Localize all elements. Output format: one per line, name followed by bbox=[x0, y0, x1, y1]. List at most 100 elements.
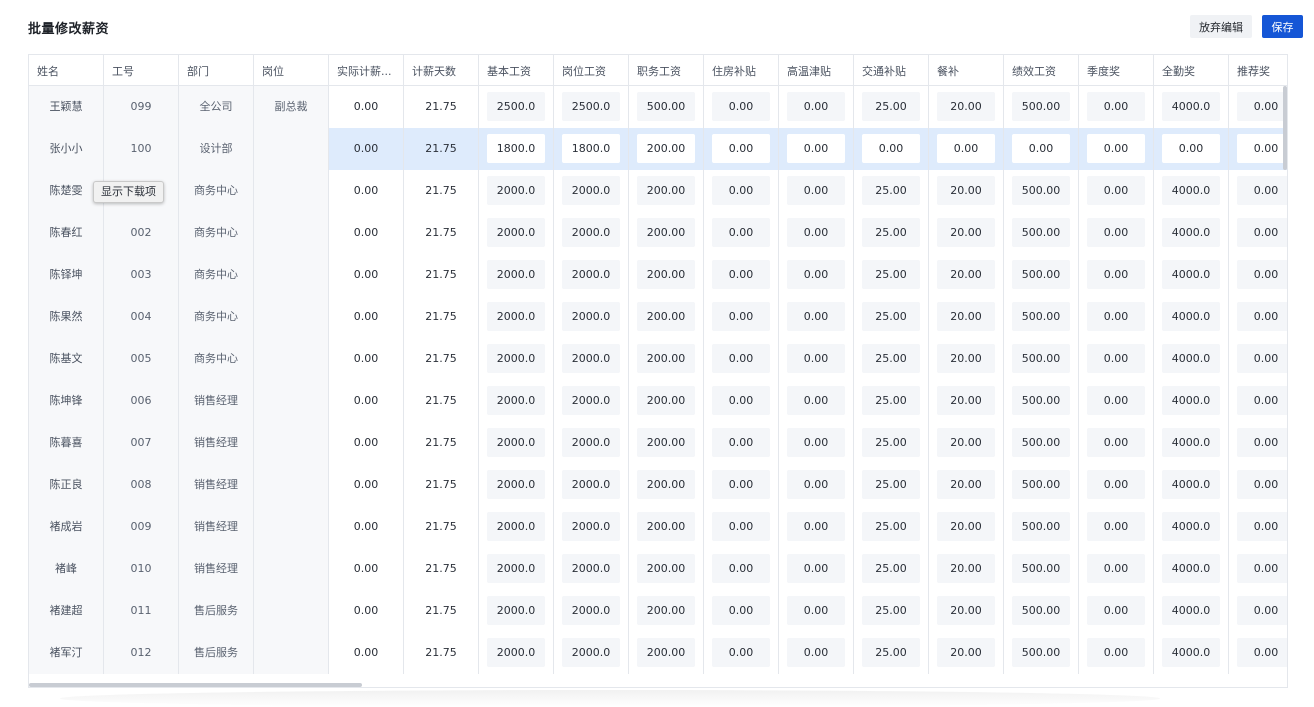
heat-allowance-input[interactable] bbox=[787, 260, 845, 289]
base-wage-input[interactable] bbox=[487, 218, 545, 247]
attendance-bonus-input[interactable] bbox=[1162, 596, 1220, 625]
performance-wage-input[interactable] bbox=[1012, 176, 1070, 205]
table-row[interactable]: 褚成岩 009 销售经理 0.00 21.75 bbox=[29, 506, 1287, 548]
performance-wage-input[interactable] bbox=[1012, 260, 1070, 289]
post-wage-input[interactable] bbox=[562, 218, 620, 247]
heat-allowance-input[interactable] bbox=[787, 344, 845, 373]
heat-allowance-input[interactable] bbox=[787, 386, 845, 415]
transport-allowance-input[interactable] bbox=[862, 638, 920, 667]
heat-allowance-input[interactable] bbox=[787, 218, 845, 247]
table-row[interactable]: 褚峰 010 销售经理 0.00 21.75 bbox=[29, 548, 1287, 590]
table-row[interactable]: 陈果然 004 商务中心 0.00 21.75 bbox=[29, 296, 1287, 338]
heat-allowance-input[interactable] bbox=[787, 554, 845, 583]
base-wage-input[interactable] bbox=[487, 386, 545, 415]
quarter-bonus-input[interactable] bbox=[1087, 176, 1145, 205]
heat-allowance-input[interactable] bbox=[787, 596, 845, 625]
quarter-bonus-input[interactable] bbox=[1087, 638, 1145, 667]
quarter-bonus-input[interactable] bbox=[1087, 218, 1145, 247]
post-wage-input[interactable] bbox=[562, 92, 620, 121]
post-wage-input[interactable] bbox=[562, 470, 620, 499]
heat-allowance-input[interactable] bbox=[787, 512, 845, 541]
transport-allowance-input[interactable] bbox=[862, 596, 920, 625]
meal-allowance-input[interactable] bbox=[937, 176, 995, 205]
transport-allowance-input[interactable] bbox=[862, 554, 920, 583]
heat-allowance-input[interactable] bbox=[787, 176, 845, 205]
save-button[interactable]: 保存 bbox=[1262, 15, 1303, 38]
performance-wage-input[interactable] bbox=[1012, 386, 1070, 415]
referral-bonus-input[interactable] bbox=[1237, 218, 1287, 247]
transport-allowance-input[interactable] bbox=[862, 302, 920, 331]
referral-bonus-input[interactable] bbox=[1237, 428, 1287, 457]
base-wage-input[interactable] bbox=[487, 512, 545, 541]
referral-bonus-input[interactable] bbox=[1237, 92, 1287, 121]
table-row[interactable]: 张小小 100 设计部 0.00 21.75 bbox=[29, 128, 1287, 170]
table-row[interactable]: 陈正良 008 销售经理 0.00 21.75 bbox=[29, 464, 1287, 506]
performance-wage-input[interactable] bbox=[1012, 638, 1070, 667]
duty-wage-input[interactable] bbox=[637, 218, 695, 247]
duty-wage-input[interactable] bbox=[637, 92, 695, 121]
referral-bonus-input[interactable] bbox=[1237, 134, 1287, 163]
attendance-bonus-input[interactable] bbox=[1162, 386, 1220, 415]
table-row[interactable]: 陈春红 002 商务中心 0.00 21.75 bbox=[29, 212, 1287, 254]
heat-allowance-input[interactable] bbox=[787, 428, 845, 457]
housing-allowance-input[interactable] bbox=[712, 344, 770, 373]
performance-wage-input[interactable] bbox=[1012, 554, 1070, 583]
housing-allowance-input[interactable] bbox=[712, 638, 770, 667]
quarter-bonus-input[interactable] bbox=[1087, 344, 1145, 373]
quarter-bonus-input[interactable] bbox=[1087, 92, 1145, 121]
performance-wage-input[interactable] bbox=[1012, 134, 1070, 163]
meal-allowance-input[interactable] bbox=[937, 260, 995, 289]
housing-allowance-input[interactable] bbox=[712, 428, 770, 457]
heat-allowance-input[interactable] bbox=[787, 638, 845, 667]
housing-allowance-input[interactable] bbox=[712, 596, 770, 625]
duty-wage-input[interactable] bbox=[637, 554, 695, 583]
quarter-bonus-input[interactable] bbox=[1087, 554, 1145, 583]
quarter-bonus-input[interactable] bbox=[1087, 512, 1145, 541]
housing-allowance-input[interactable] bbox=[712, 92, 770, 121]
housing-allowance-input[interactable] bbox=[712, 302, 770, 331]
base-wage-input[interactable] bbox=[487, 470, 545, 499]
housing-allowance-input[interactable] bbox=[712, 386, 770, 415]
duty-wage-input[interactable] bbox=[637, 260, 695, 289]
base-wage-input[interactable] bbox=[487, 260, 545, 289]
duty-wage-input[interactable] bbox=[637, 638, 695, 667]
quarter-bonus-input[interactable] bbox=[1087, 134, 1145, 163]
referral-bonus-input[interactable] bbox=[1237, 176, 1287, 205]
performance-wage-input[interactable] bbox=[1012, 218, 1070, 247]
meal-allowance-input[interactable] bbox=[937, 134, 995, 163]
meal-allowance-input[interactable] bbox=[937, 386, 995, 415]
duty-wage-input[interactable] bbox=[637, 386, 695, 415]
base-wage-input[interactable] bbox=[487, 638, 545, 667]
referral-bonus-input[interactable] bbox=[1237, 344, 1287, 373]
duty-wage-input[interactable] bbox=[637, 344, 695, 373]
attendance-bonus-input[interactable] bbox=[1162, 176, 1220, 205]
meal-allowance-input[interactable] bbox=[937, 596, 995, 625]
base-wage-input[interactable] bbox=[487, 596, 545, 625]
quarter-bonus-input[interactable] bbox=[1087, 470, 1145, 499]
referral-bonus-input[interactable] bbox=[1237, 386, 1287, 415]
attendance-bonus-input[interactable] bbox=[1162, 260, 1220, 289]
table-row[interactable]: 王颖慧 099 全公司 副总裁 0.00 21.75 bbox=[29, 86, 1287, 128]
attendance-bonus-input[interactable] bbox=[1162, 638, 1220, 667]
performance-wage-input[interactable] bbox=[1012, 512, 1070, 541]
transport-allowance-input[interactable] bbox=[862, 512, 920, 541]
table-row[interactable]: 褚建超 011 售后服务 0.00 21.75 bbox=[29, 590, 1287, 632]
transport-allowance-input[interactable] bbox=[862, 344, 920, 373]
base-wage-input[interactable] bbox=[487, 134, 545, 163]
post-wage-input[interactable] bbox=[562, 554, 620, 583]
attendance-bonus-input[interactable] bbox=[1162, 302, 1220, 331]
transport-allowance-input[interactable] bbox=[862, 176, 920, 205]
performance-wage-input[interactable] bbox=[1012, 344, 1070, 373]
table-row[interactable]: 陈铎坤 003 商务中心 0.00 21.75 bbox=[29, 254, 1287, 296]
performance-wage-input[interactable] bbox=[1012, 92, 1070, 121]
attendance-bonus-input[interactable] bbox=[1162, 428, 1220, 457]
duty-wage-input[interactable] bbox=[637, 512, 695, 541]
transport-allowance-input[interactable] bbox=[862, 470, 920, 499]
attendance-bonus-input[interactable] bbox=[1162, 470, 1220, 499]
referral-bonus-input[interactable] bbox=[1237, 470, 1287, 499]
quarter-bonus-input[interactable] bbox=[1087, 260, 1145, 289]
meal-allowance-input[interactable] bbox=[937, 512, 995, 541]
discard-edit-button[interactable]: 放弃编辑 bbox=[1190, 15, 1252, 38]
quarter-bonus-input[interactable] bbox=[1087, 596, 1145, 625]
base-wage-input[interactable] bbox=[487, 176, 545, 205]
